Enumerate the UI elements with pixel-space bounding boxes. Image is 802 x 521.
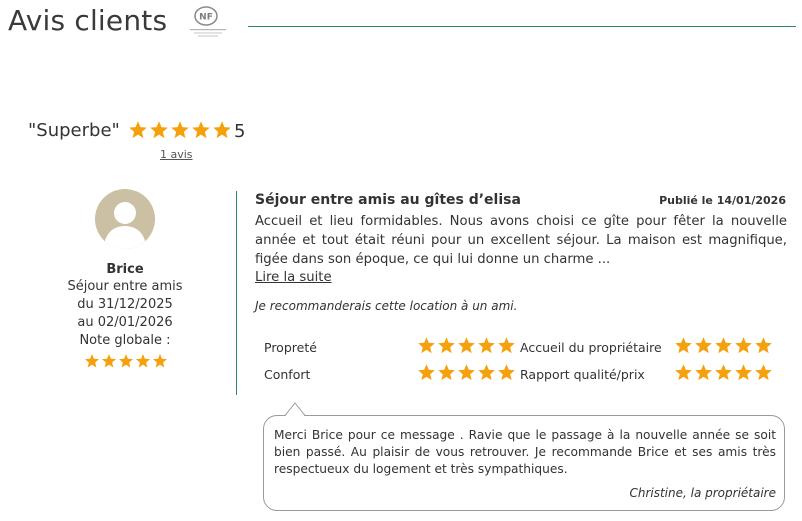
reviewer-name: Brice xyxy=(106,262,144,277)
star-icon xyxy=(755,364,772,381)
star-icon xyxy=(498,337,515,354)
page-title: Avis clients xyxy=(8,4,168,37)
star-icon xyxy=(171,121,189,139)
star-icon xyxy=(192,121,210,139)
star-icon xyxy=(129,121,147,139)
rating-stars-accueil xyxy=(674,336,773,355)
rating-label-rapport: Rapport qualité/prix xyxy=(520,367,645,382)
star-icon xyxy=(85,354,99,368)
owner-reply-text: Merci Brice pour ce message . Ravie que … xyxy=(274,428,776,476)
star-icon xyxy=(418,364,435,381)
svg-text:NF: NF xyxy=(199,13,213,23)
rating-stars-rapport xyxy=(674,363,773,382)
star-icon xyxy=(715,337,732,354)
star-icon xyxy=(150,121,168,139)
rating-stars-confort xyxy=(417,363,516,382)
review-body: Accueil et lieu formidables. Nous avons … xyxy=(255,214,787,267)
owner-signature: Christine, la propriétaire xyxy=(629,486,776,500)
summary-quote: "Superbe" xyxy=(28,120,120,141)
title-divider xyxy=(248,26,796,27)
rating-label-confort: Confort xyxy=(264,367,311,382)
star-icon xyxy=(498,364,515,381)
star-icon xyxy=(153,354,167,368)
summary-rating-stars xyxy=(128,120,232,140)
rating-label-proprete: Propreté xyxy=(264,340,317,355)
star-icon xyxy=(695,337,712,354)
stay-end-date: au 02/01/2026 xyxy=(77,315,173,330)
review-divider xyxy=(236,191,237,395)
star-icon xyxy=(418,337,435,354)
stay-start-date: du 31/12/2025 xyxy=(77,297,173,312)
star-icon xyxy=(735,364,752,381)
star-icon xyxy=(675,337,692,354)
star-icon xyxy=(102,354,116,368)
star-icon xyxy=(478,364,495,381)
review-count-link[interactable]: 1 avis xyxy=(160,148,193,161)
stay-type: Séjour entre amis xyxy=(67,279,183,294)
overall-rating-stars xyxy=(84,353,168,369)
read-more-link[interactable]: Lire la suite xyxy=(255,270,332,285)
review-title: Séjour entre amis au gîtes d’elisa xyxy=(255,192,521,208)
star-icon xyxy=(458,337,475,354)
star-icon xyxy=(119,354,133,368)
star-icon xyxy=(735,337,752,354)
star-icon xyxy=(715,364,732,381)
reply-pointer xyxy=(285,402,305,416)
star-icon xyxy=(438,337,455,354)
publish-date: Publié le 14/01/2026 xyxy=(659,194,786,207)
overall-note-label: Note globale : xyxy=(79,333,171,348)
star-icon xyxy=(213,121,231,139)
star-icon xyxy=(755,337,772,354)
star-icon xyxy=(136,354,150,368)
summary-score: 5 xyxy=(234,121,246,142)
nf-logo-icon: NF xyxy=(190,6,226,37)
star-icon xyxy=(438,364,455,381)
star-icon xyxy=(695,364,712,381)
recommendation-text: Je recommanderais cette location à un am… xyxy=(255,299,518,313)
star-icon xyxy=(458,364,475,381)
rating-label-accueil: Accueil du propriétaire xyxy=(520,340,662,355)
rating-stars-proprete xyxy=(417,336,516,355)
star-icon xyxy=(675,364,692,381)
star-icon xyxy=(478,337,495,354)
user-avatar-icon xyxy=(95,189,155,249)
